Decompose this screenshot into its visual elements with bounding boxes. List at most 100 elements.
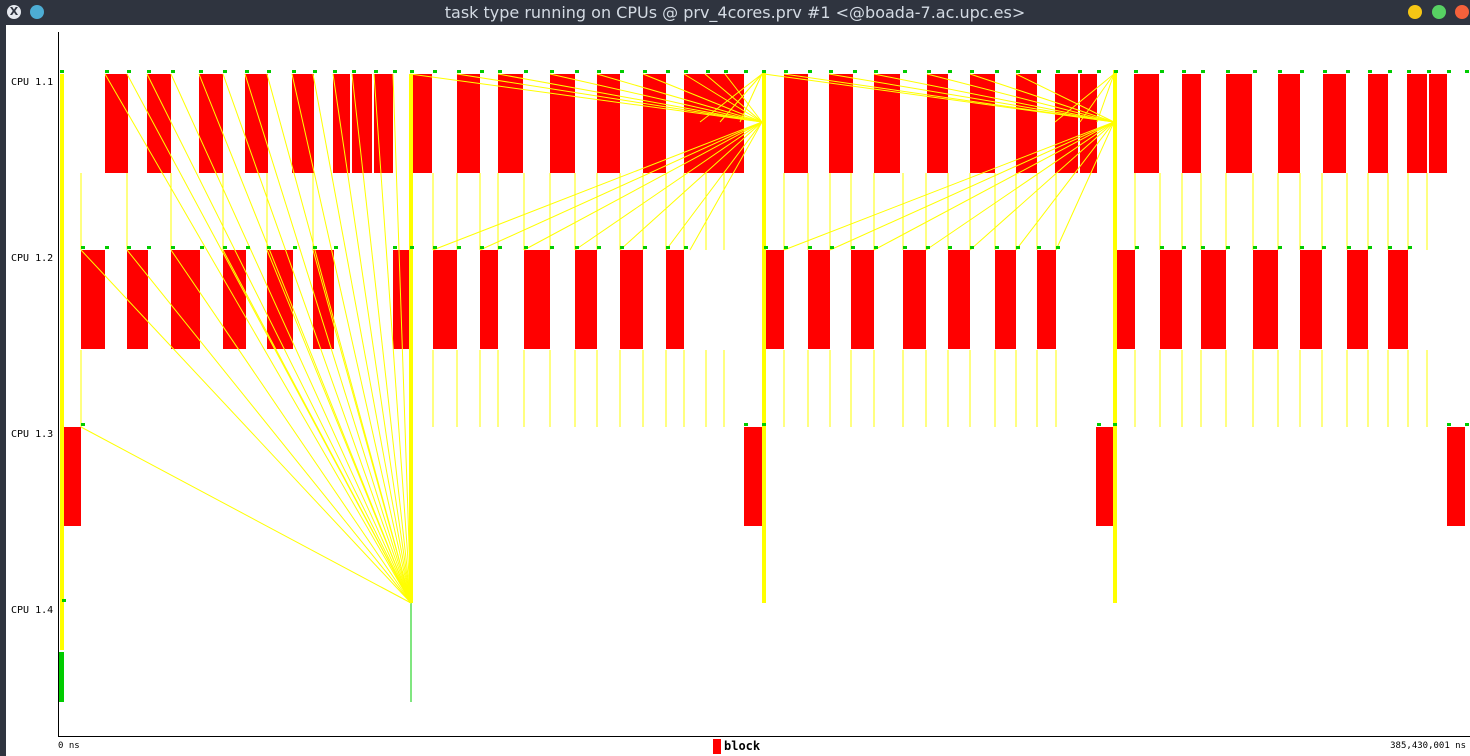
event-marker (267, 246, 271, 249)
event-marker (1097, 423, 1101, 426)
event-marker (1278, 70, 1282, 73)
event-marker (498, 70, 502, 73)
legend-swatch (713, 739, 721, 754)
event-marker (480, 246, 484, 249)
event-marker (948, 246, 952, 249)
block-bar (764, 250, 784, 349)
event-marker (1226, 70, 1230, 73)
event-marker (171, 70, 175, 73)
block-bar (105, 74, 128, 173)
event-marker (903, 70, 907, 73)
event-marker (597, 246, 601, 249)
block-bar (903, 250, 926, 349)
block-bar (524, 250, 550, 349)
event-marker (643, 70, 647, 73)
block-bar (666, 250, 684, 349)
event-marker (171, 246, 175, 249)
comm-line (80, 426, 412, 604)
block-bar (147, 74, 171, 173)
legend-label: block (724, 739, 761, 753)
event-marker (199, 70, 203, 73)
block-bar (374, 74, 393, 173)
event-marker (1300, 70, 1304, 73)
event-marker (851, 246, 855, 249)
block-bar (620, 250, 643, 349)
event-marker (393, 70, 397, 73)
block-bar (171, 250, 200, 349)
event-marker (724, 70, 728, 73)
block-bar (1388, 250, 1408, 349)
event-marker (293, 246, 297, 249)
event-marker (853, 70, 857, 73)
event-marker (147, 246, 151, 249)
block-bar (1201, 250, 1226, 349)
event-marker (762, 423, 766, 426)
event-marker (1201, 246, 1205, 249)
event-marker (970, 246, 974, 249)
event-marker (666, 70, 670, 73)
block-bar (1278, 74, 1300, 173)
event-marker (334, 246, 338, 249)
event-marker (1447, 423, 1451, 426)
block-bar (352, 74, 372, 173)
event-marker (292, 70, 296, 73)
event-marker (1135, 246, 1139, 249)
block-bar (410, 74, 432, 173)
block-bar (1037, 250, 1056, 349)
event-marker (1016, 70, 1020, 73)
event-marker (550, 70, 554, 73)
event-marker (1388, 70, 1392, 73)
event-marker (948, 70, 952, 73)
block-bar (457, 74, 480, 173)
event-marker (267, 70, 271, 73)
event-marker (744, 70, 748, 73)
event-marker (1346, 70, 1350, 73)
event-marker (1016, 246, 1020, 249)
block-bar (948, 250, 970, 349)
event-marker (81, 246, 85, 249)
event-marker (393, 246, 397, 249)
running-bar (59, 652, 64, 702)
event-marker (620, 70, 624, 73)
event-marker (433, 70, 437, 73)
block-bar (81, 250, 105, 349)
event-marker (433, 246, 437, 249)
block-bar (199, 74, 223, 173)
event-marker (313, 70, 317, 73)
event-marker (620, 246, 624, 249)
event-marker (1078, 70, 1082, 73)
block-bar (808, 250, 830, 349)
block-bar (1055, 74, 1078, 173)
block-bar (1080, 74, 1097, 173)
event-marker (1114, 70, 1118, 73)
comm-line (266, 249, 412, 604)
block-bar (63, 427, 81, 526)
block-bar (995, 250, 1016, 349)
event-marker (926, 246, 930, 249)
event-marker (1253, 246, 1257, 249)
block-bar (433, 250, 457, 349)
event-marker (1368, 246, 1372, 249)
event-marker (524, 246, 528, 249)
event-marker (1201, 70, 1205, 73)
event-marker (223, 70, 227, 73)
event-marker (575, 70, 579, 73)
event-marker (970, 70, 974, 73)
event-marker (457, 246, 461, 249)
event-marker (1447, 70, 1451, 73)
time-start-label: 0 ns (58, 741, 80, 751)
event-marker (784, 70, 788, 73)
block-bar (1300, 250, 1322, 349)
event-marker (1097, 70, 1101, 73)
event-marker (223, 246, 227, 249)
event-marker (1160, 70, 1164, 73)
event-marker (1182, 70, 1186, 73)
timeline-canvas[interactable]: CPU 1.1 CPU 1.2 CPU 1.3 CPU 1.4 (0, 0, 1470, 756)
event-marker (374, 70, 378, 73)
block-bar (1347, 250, 1368, 349)
event-marker (1037, 70, 1041, 73)
event-marker (410, 70, 414, 73)
block-bar (245, 74, 268, 173)
event-marker (927, 70, 931, 73)
block-bar (1429, 74, 1447, 173)
